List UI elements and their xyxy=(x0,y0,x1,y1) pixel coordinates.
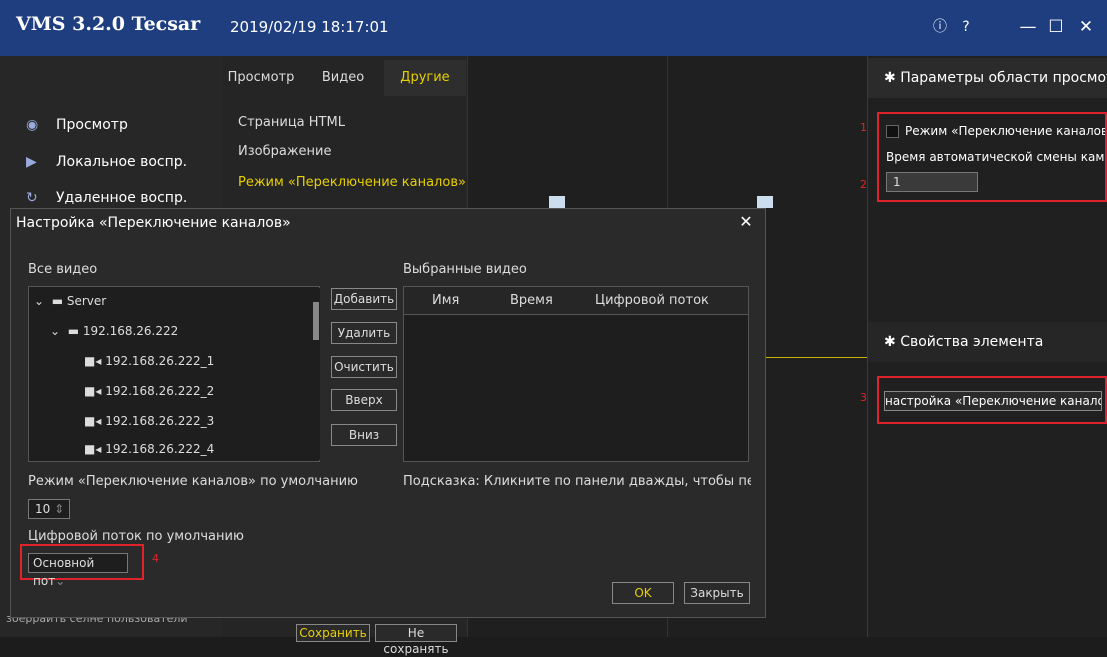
help-icon[interactable]: ? xyxy=(953,14,979,40)
marker-2: 2 xyxy=(860,178,867,191)
channel-switch-checkbox[interactable] xyxy=(886,125,899,138)
tree-node-channel[interactable]: ■◂ 192.168.26.222_2 xyxy=(84,384,214,398)
remove-button[interactable]: Удалить xyxy=(331,322,397,344)
clear-button[interactable]: Очистить xyxy=(331,356,397,378)
dialog-title: Настройка «Переключение каналов» xyxy=(16,215,291,231)
channel-switch-settings-button[interactable]: настройка «Переключение каналов» xyxy=(884,391,1102,411)
gear-icon: ✱ xyxy=(884,70,901,86)
section-title: Свойства элемента xyxy=(900,334,1044,350)
tree-label: Server xyxy=(66,294,107,308)
stepper-arrows-icon: ⇕ xyxy=(50,502,65,516)
nav-item-preview[interactable]: ◉ Просмотр xyxy=(26,117,128,141)
tree-scrollbar-thumb[interactable] xyxy=(313,302,319,340)
marker-4: 4 xyxy=(152,552,159,565)
camera-icon: ■◂ xyxy=(84,354,106,368)
tree-node-channel[interactable]: ■◂ 192.168.26.222_1 xyxy=(84,354,214,368)
tree-label: 192.168.26.222_4 xyxy=(105,442,215,456)
close-button[interactable]: Закрыть xyxy=(684,582,750,604)
maximize-icon[interactable]: ☐ xyxy=(1043,14,1069,40)
submenu-item-image[interactable]: Изображение xyxy=(238,144,331,159)
nav-item-label: Просмотр xyxy=(56,117,128,133)
tab-video[interactable]: Видео xyxy=(305,60,381,96)
camera-icon: ◉ xyxy=(26,117,39,133)
nav-item-label: Удаленное воспр. xyxy=(56,190,188,206)
chevron-down-icon: ⌄ xyxy=(55,574,66,588)
section-title: Параметры области просмотра xyxy=(900,70,1107,86)
tab-other[interactable]: Другие xyxy=(384,60,466,96)
default-mode-stepper[interactable]: 10 ⇕ xyxy=(28,499,70,519)
submenu-item-html[interactable]: Страница HTML xyxy=(238,115,345,130)
tree-label: 192.168.26.222_1 xyxy=(105,354,215,368)
tree-label: 192.168.26.222_3 xyxy=(105,414,215,428)
element-props-header: ✱ Свойства элемента xyxy=(868,322,1107,362)
nav-item-label: Локальное воспр. xyxy=(56,154,188,170)
refresh-icon: ↻ xyxy=(26,190,38,206)
device-icon: ▬ xyxy=(67,324,83,338)
stepper-value: 1 xyxy=(893,175,901,189)
chevron-down-icon: ⌄ xyxy=(34,294,52,308)
gear-icon: ✱ xyxy=(884,334,901,350)
default-mode-label: Режим «Переключение каналов» по умолчани… xyxy=(28,474,358,489)
tree-label: 192.168.26.222_2 xyxy=(105,384,215,398)
chevron-down-icon: ⌄ xyxy=(50,324,68,338)
grid-divider xyxy=(766,357,867,358)
camera-icon: ■◂ xyxy=(84,414,106,428)
column-header-stream[interactable]: Цифровой поток xyxy=(595,293,709,308)
minimize-icon[interactable]: — xyxy=(1015,14,1041,40)
marker-3: 3 xyxy=(860,391,867,404)
close-icon[interactable]: ✕ xyxy=(1073,14,1099,40)
info-icon[interactable]: ⓘ xyxy=(927,14,953,40)
channel-switch-checkbox-label: Режим «Переключение каналов» xyxy=(905,124,1105,138)
stepper-value: 10 xyxy=(35,502,51,516)
all-videos-label: Все видео xyxy=(28,262,98,277)
hint-text: Подсказка: Кликните по панели дважды, чт… xyxy=(403,474,751,489)
auto-switch-label: Время автоматической смены камер xyxy=(886,150,1104,164)
tree-node-server[interactable]: ⌄ ▬ Server xyxy=(34,294,106,308)
no-save-button[interactable]: Не сохранять xyxy=(375,624,457,656)
move-down-button[interactable]: Вниз xyxy=(331,424,397,446)
video-tree[interactable] xyxy=(28,286,320,462)
add-button[interactable]: Добавить xyxy=(331,288,397,310)
ok-button[interactable]: OK xyxy=(612,582,674,604)
nav-item-local-playback[interactable]: ▶ Локальное воспр. xyxy=(26,154,187,178)
save-button[interactable]: Сохранить xyxy=(296,624,370,642)
default-stream-label: Цифровой поток по умолчанию xyxy=(28,529,244,544)
default-stream-select[interactable]: Основной пот⌄ xyxy=(28,553,128,588)
selected-videos-label: Выбранные видео xyxy=(403,262,527,277)
tree-node-channel[interactable]: ■◂ 192.168.26.222_3 xyxy=(84,414,214,428)
tree-node-channel[interactable]: ■◂ 192.168.26.222_4 xyxy=(84,442,214,456)
app-title: VMS 3.2.0 Tecsar xyxy=(16,13,201,35)
camera-icon: ■◂ xyxy=(84,384,106,398)
tree-label: 192.168.26.222 xyxy=(82,324,179,338)
server-icon: ▬ xyxy=(51,294,67,308)
marker-1: 1 xyxy=(860,121,867,134)
column-header-name[interactable]: Имя xyxy=(432,293,459,308)
tab-preview[interactable]: Просмотр xyxy=(222,60,300,96)
camera-icon: ■◂ xyxy=(84,442,106,456)
video-placeholder-icon xyxy=(549,196,565,208)
dialog-close-icon[interactable]: ✕ xyxy=(736,212,756,231)
move-up-button[interactable]: Вверх xyxy=(331,389,397,411)
auto-switch-stepper[interactable]: 1 xyxy=(886,172,978,192)
video-placeholder-icon xyxy=(757,196,773,208)
play-icon: ▶ xyxy=(26,154,37,170)
tree-node-device[interactable]: ⌄ ▬ 192.168.26.222 xyxy=(50,324,178,338)
view-area-params-header: ✱ Параметры области просмотра xyxy=(868,58,1107,98)
column-header-time[interactable]: Время xyxy=(510,293,553,308)
submenu-item-channel-switch[interactable]: Режим «Переключение каналов» xyxy=(238,175,466,190)
datetime: 2019/02/19 18:17:01 xyxy=(230,18,389,36)
